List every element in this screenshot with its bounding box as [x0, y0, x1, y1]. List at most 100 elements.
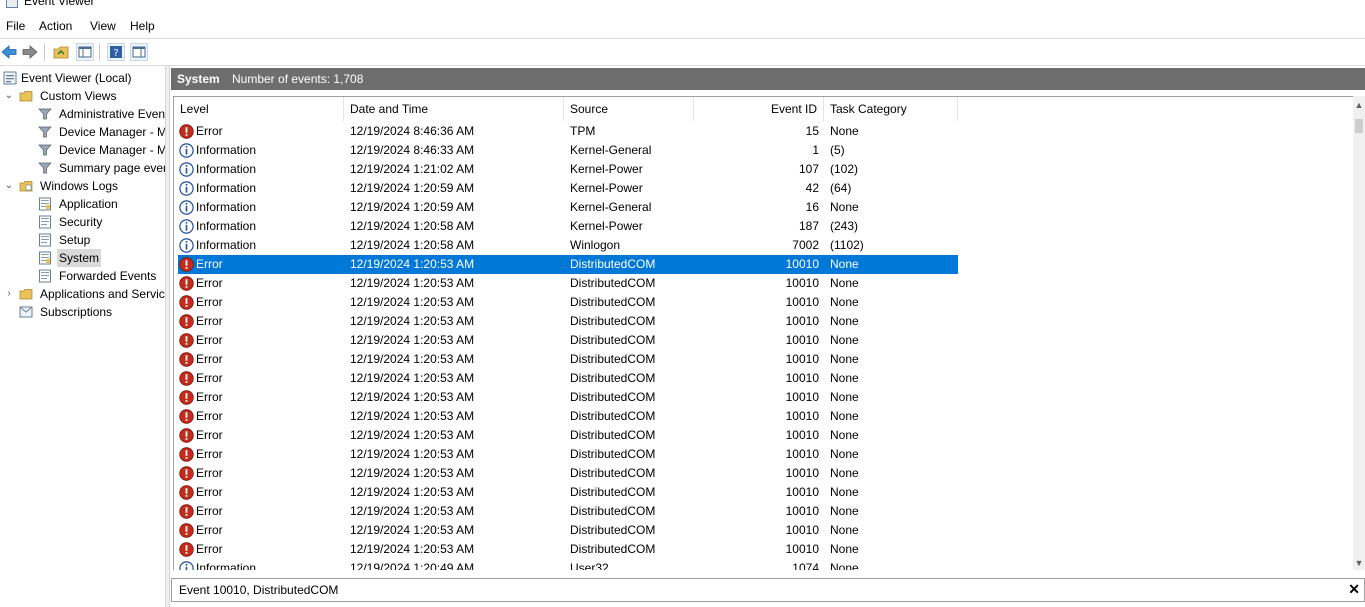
event-level: Information: [196, 200, 257, 214]
event-date: 12/19/2024 1:20:53 AM: [350, 333, 475, 347]
show-hide-action-pane-icon[interactable]: [130, 43, 148, 61]
event-id: 10010: [785, 409, 819, 423]
tree-applications-and-services[interactable]: › Applications and Servic: [4, 285, 165, 303]
tree-log-setup[interactable]: Setup: [38, 231, 165, 249]
tree-windows-logs[interactable]: ⌄ Windows Logs: [4, 177, 165, 195]
event-row[interactable]: Error 12/19/2024 1:20:53 AM DistributedCOM…: [178, 407, 958, 426]
event-date: 12/19/2024 1:20:53 AM: [350, 276, 475, 290]
vertical-scrollbar[interactable]: ▲ ▼: [1353, 96, 1365, 570]
event-date: 12/19/2024 1:21:02 AM: [350, 162, 475, 176]
event-row[interactable]: Information 12/19/2024 1:20:58 AM Kernel-P…: [178, 217, 958, 236]
event-row[interactable]: Error 12/19/2024 1:20:53 AM DistributedCOM…: [178, 312, 958, 331]
event-source: Kernel-Power: [570, 219, 643, 233]
event-id: 10010: [785, 257, 819, 271]
tree-custom-view-item[interactable]: Administrative Even: [38, 105, 165, 123]
event-row[interactable]: Information 12/19/2024 1:20:49 AM User32 10…: [178, 559, 958, 570]
close-icon[interactable]: ✕: [1348, 581, 1360, 598]
event-id: 10010: [785, 542, 819, 556]
event-date: 12/19/2024 1:20:53 AM: [350, 447, 475, 461]
subscriptions-icon: [19, 305, 33, 319]
chevron-right-icon[interactable]: ›: [4, 285, 14, 303]
back-arrow-icon[interactable]: [0, 43, 18, 61]
event-date: 12/19/2024 1:20:58 AM: [350, 238, 475, 252]
event-date: 12/19/2024 1:20:59 AM: [350, 200, 475, 214]
tree-item-label: Administrative Even: [59, 107, 165, 121]
column-header-date[interactable]: Date and Time: [344, 97, 564, 121]
event-row[interactable]: Error 12/19/2024 1:20:53 AM DistributedCOM…: [178, 255, 958, 274]
toolbar-separator: [44, 43, 45, 61]
event-detail-pane: Event 10010, DistributedCOM ✕: [171, 578, 1365, 602]
menu-file[interactable]: File: [6, 19, 25, 33]
tree-custom-views[interactable]: ⌄ Custom Views: [4, 87, 165, 105]
event-level: Error: [196, 390, 223, 404]
tree-log-forwarded-events[interactable]: Forwarded Events: [38, 267, 165, 285]
event-date: 12/19/2024 1:20:49 AM: [350, 561, 475, 570]
chevron-down-icon[interactable]: ⌄: [4, 87, 14, 105]
scroll-down-icon[interactable]: ▼: [1354, 558, 1364, 568]
event-id: 10010: [785, 504, 819, 518]
tree-log-security[interactable]: Security: [38, 213, 165, 231]
tree-item-label: Device Manager - M: [59, 125, 165, 139]
event-source: Kernel-Power: [570, 162, 643, 176]
column-header-task-category[interactable]: Task Category: [824, 97, 958, 121]
event-date: 12/19/2024 8:46:33 AM: [350, 143, 475, 157]
help-icon[interactable]: ?: [107, 43, 125, 61]
column-header-event-id[interactable]: Event ID: [694, 97, 824, 121]
event-row[interactable]: Error 12/19/2024 1:20:53 AM DistributedCOM…: [178, 274, 958, 293]
event-task-category: (1102): [830, 238, 864, 252]
scroll-thumb[interactable]: [1355, 119, 1363, 133]
event-row[interactable]: Error 12/19/2024 1:20:53 AM DistributedCOM…: [178, 502, 958, 521]
event-date: 12/19/2024 1:20:53 AM: [350, 390, 475, 404]
event-row[interactable]: Information 12/19/2024 1:21:02 AM Kernel-P…: [178, 160, 958, 179]
menu-view[interactable]: View: [90, 19, 116, 33]
show-hide-console-tree-icon[interactable]: [76, 43, 94, 61]
event-source: DistributedCOM: [570, 542, 656, 556]
tree-custom-view-item[interactable]: Device Manager - M: [38, 141, 165, 159]
event-row[interactable]: Error 12/19/2024 1:20:53 AM DistributedCOM…: [178, 445, 958, 464]
event-task-category: None: [830, 409, 859, 423]
event-row[interactable]: Error 12/19/2024 1:20:53 AM DistributedCOM…: [178, 464, 958, 483]
event-level: Error: [196, 314, 223, 328]
event-date: 12/19/2024 1:20:53 AM: [350, 523, 475, 537]
event-row[interactable]: Error 12/19/2024 8:46:36 AM TPM 15 None: [178, 122, 958, 141]
tree-custom-view-item[interactable]: Summary page ever: [38, 159, 165, 177]
event-row[interactable]: Information 12/19/2024 1:20:58 AM Winlogon…: [178, 236, 958, 255]
svg-text:?: ?: [113, 48, 118, 59]
pane-splitter[interactable]: [165, 66, 170, 607]
event-date: 12/19/2024 8:46:36 AM: [350, 124, 475, 138]
chevron-down-icon[interactable]: ⌄: [4, 177, 14, 195]
event-row[interactable]: Information 12/19/2024 1:20:59 AM Kernel-P…: [178, 179, 958, 198]
scroll-up-icon[interactable]: ▲: [1354, 100, 1364, 110]
event-row[interactable]: Error 12/19/2024 1:20:53 AM DistributedCOM…: [178, 540, 958, 559]
forward-arrow-icon[interactable]: [21, 43, 39, 61]
tree-log-application[interactable]: Application: [38, 195, 165, 213]
event-row[interactable]: Error 12/19/2024 1:20:53 AM DistributedCOM…: [178, 293, 958, 312]
tree-subscriptions[interactable]: Subscriptions: [4, 303, 165, 321]
menu-action[interactable]: Action: [39, 19, 72, 33]
event-source: DistributedCOM: [570, 466, 656, 480]
menu-help[interactable]: Help: [130, 19, 155, 33]
event-row[interactable]: Information 12/19/2024 8:46:33 AM Kernel-G…: [178, 141, 958, 160]
event-source: DistributedCOM: [570, 314, 656, 328]
event-id: 10010: [785, 390, 819, 404]
column-header-source[interactable]: Source: [564, 97, 694, 121]
event-id: 10010: [785, 295, 819, 309]
event-task-category: None: [830, 314, 859, 328]
tree-root[interactable]: Event Viewer (Local): [0, 69, 165, 87]
event-row[interactable]: Error 12/19/2024 1:20:53 AM DistributedCOM…: [178, 521, 958, 540]
event-viewer-icon: [3, 71, 17, 85]
event-level: Error: [196, 257, 223, 271]
tree-log-system[interactable]: System: [38, 249, 165, 267]
event-row[interactable]: Error 12/19/2024 1:20:53 AM DistributedCOM…: [178, 483, 958, 502]
event-row[interactable]: Information 12/19/2024 1:20:59 AM Kernel-G…: [178, 198, 958, 217]
event-row[interactable]: Error 12/19/2024 1:20:53 AM DistributedCOM…: [178, 369, 958, 388]
tree-custom-view-item[interactable]: Device Manager - M: [38, 123, 165, 141]
tree-item-label: Device Manager - M: [59, 143, 165, 157]
up-folder-icon[interactable]: [52, 43, 70, 61]
event-id: 10010: [785, 333, 819, 347]
event-row[interactable]: Error 12/19/2024 1:20:53 AM DistributedCOM…: [178, 388, 958, 407]
event-row[interactable]: Error 12/19/2024 1:20:53 AM DistributedCOM…: [178, 331, 958, 350]
event-row[interactable]: Error 12/19/2024 1:20:53 AM DistributedCOM…: [178, 426, 958, 445]
event-row[interactable]: Error 12/19/2024 1:20:53 AM DistributedCOM…: [178, 350, 958, 369]
column-header-level[interactable]: Level: [174, 97, 344, 121]
